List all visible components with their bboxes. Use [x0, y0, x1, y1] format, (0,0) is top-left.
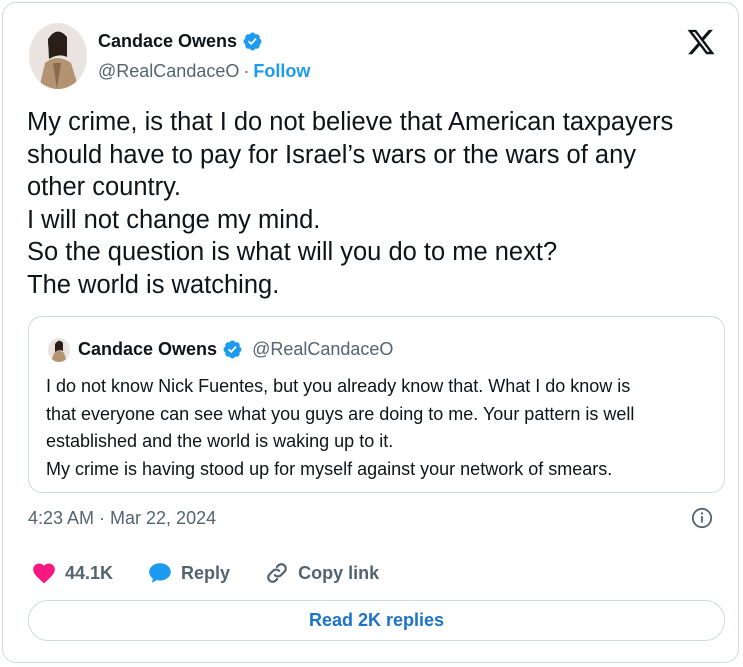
link-icon [267, 563, 287, 583]
verified-badge-icon [223, 340, 242, 359]
author-name[interactable]: Candace Owens [98, 31, 263, 52]
copy-link-button[interactable]: Copy link [264, 560, 379, 586]
quote-text: I do not know Nick Fuentes, but you alre… [46, 373, 716, 483]
heart-icon [33, 563, 55, 584]
action-bar: 44.1K Reply Copy link [31, 559, 413, 587]
quote-author-name: Candace Owens @RealCandaceO [78, 339, 394, 359]
tweet-line: other country. [27, 173, 182, 201]
info-icon[interactable] [691, 507, 713, 529]
author-avatar[interactable] [29, 23, 87, 89]
quote-line: My crime is having stood up for myself a… [46, 458, 613, 479]
quote-author-avatar [48, 338, 70, 362]
quote-line: I do not know Nick Fuentes, but you alre… [46, 376, 631, 396]
tweet-line: The world is watching. [27, 270, 280, 299]
quote-author-handle: @RealCandaceO [252, 339, 394, 359]
follow-button[interactable]: Follow [253, 61, 310, 82]
x-logo-icon[interactable] [686, 27, 716, 57]
separator-dot: · [243, 61, 250, 81]
author-handle[interactable]: @RealCandaceO [98, 61, 239, 82]
reply-label: Reply [181, 562, 231, 583]
tweet-card: Candace Owens @RealCandaceO · Follow My … [2, 2, 739, 663]
tweet-line: So the question is what will you do to m… [27, 238, 558, 266]
author-handle-row: @RealCandaceO · Follow [98, 61, 310, 82]
tweet-line: I will not change my mind. [27, 205, 321, 234]
like-count: 44.1K [65, 562, 114, 583]
reply-button[interactable]: Reply [147, 560, 230, 586]
reply-bubble-icon [149, 563, 171, 583]
tweet-line: should have to pay for Israel’s wars or … [27, 140, 636, 169]
quoted-tweet[interactable]: Candace Owens @RealCandaceO I do not kno… [28, 316, 725, 493]
quote-line: that everyone can see what you guys are … [46, 403, 635, 424]
tweet-line: My crime, is that I do not believe that … [27, 108, 674, 136]
read-replies-button[interactable]: Read 2K replies [28, 600, 725, 641]
tweet-timestamp[interactable]: 4:23 AM · Mar 22, 2024 [28, 508, 216, 529]
tweet-text: My crime, is that I do not believe that … [27, 106, 727, 301]
copy-link-label: Copy link [298, 562, 380, 583]
quote-line: established and the world is waking up t… [46, 431, 394, 451]
like-button[interactable]: 44.1K [31, 560, 113, 586]
verified-badge-icon [243, 32, 262, 51]
